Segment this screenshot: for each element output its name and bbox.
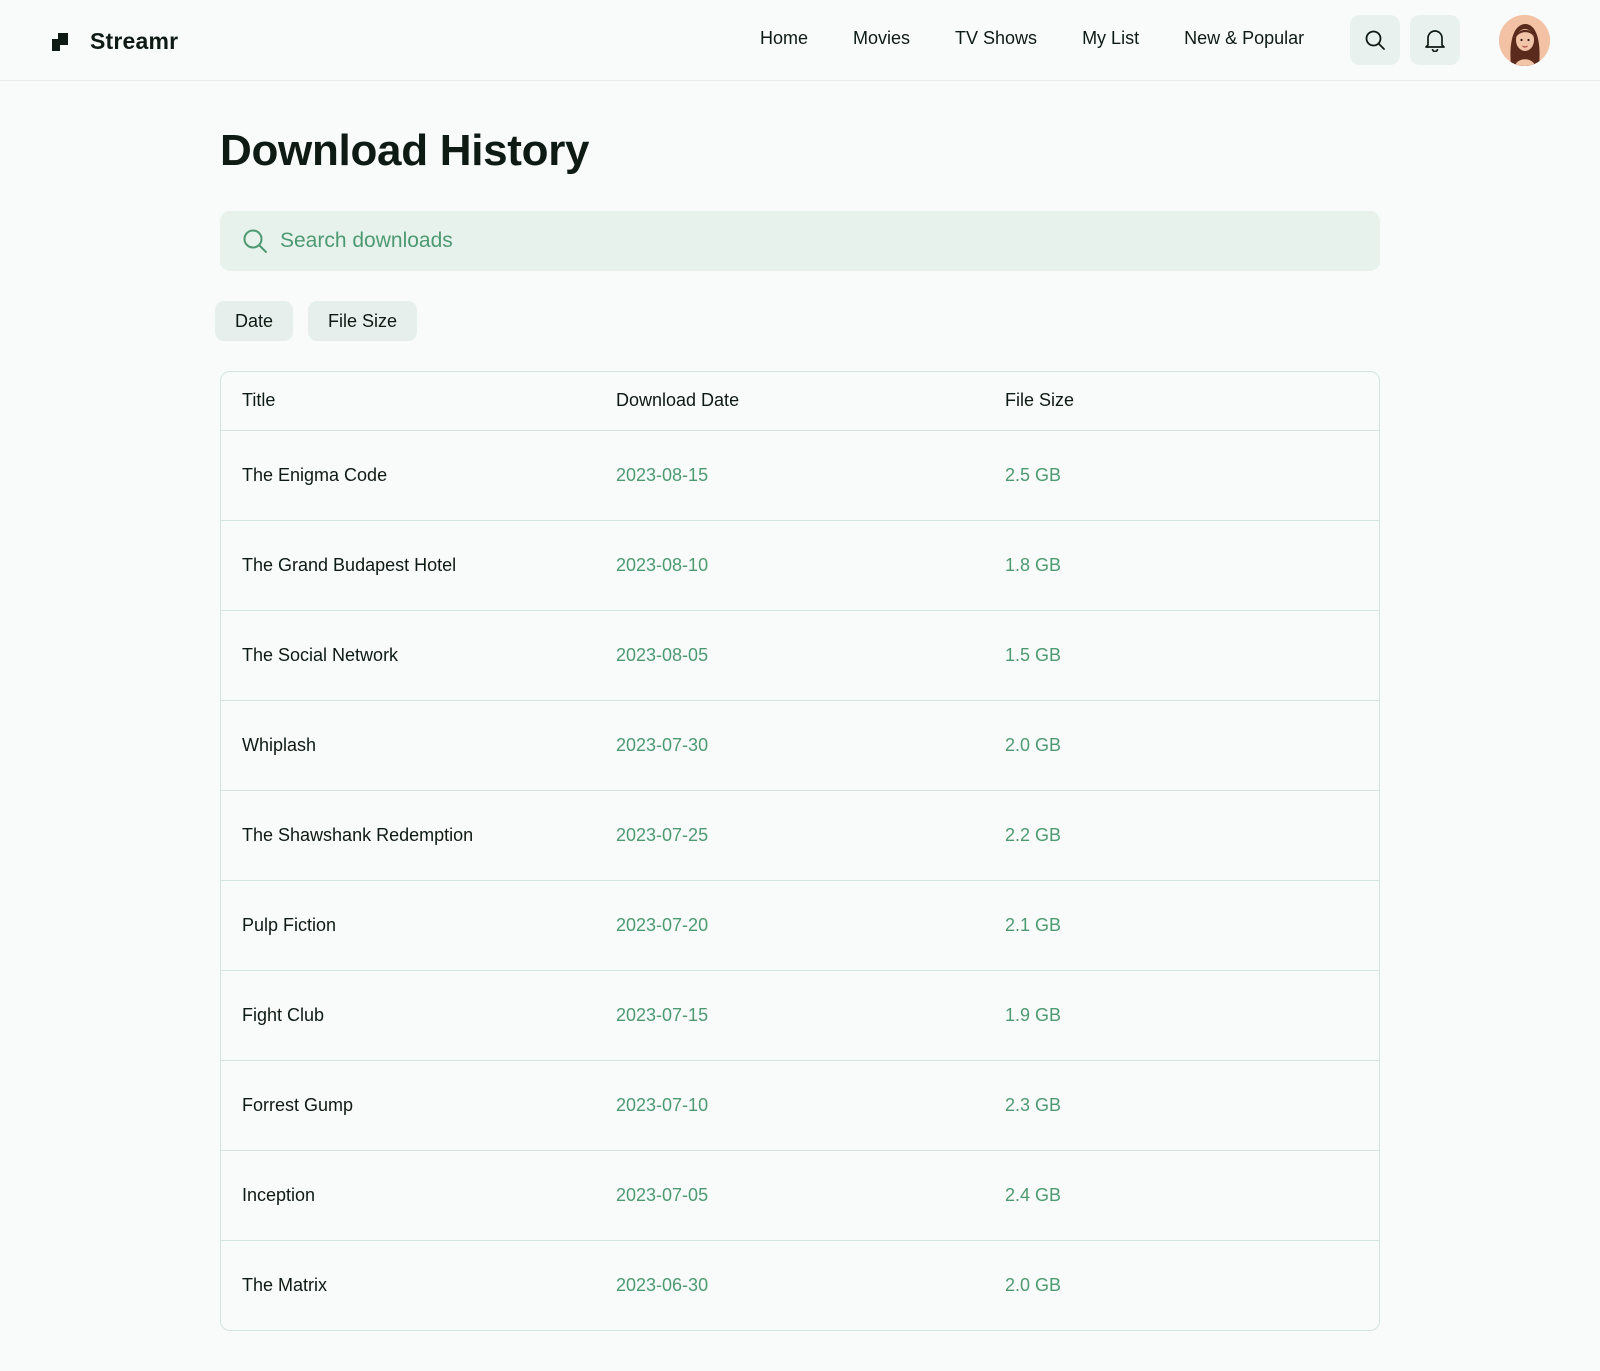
row-download-date: 2023-07-10 [616, 1094, 709, 1115]
user-avatar[interactable] [1499, 15, 1550, 66]
table-header-row: Title Download Date File Size [221, 372, 1379, 430]
brand-name: Streamr [90, 28, 179, 54]
row-title: The Social Network [242, 644, 399, 665]
search-button[interactable] [1350, 15, 1400, 65]
downloads-table: Title Download Date File Size The Enigma… [220, 371, 1380, 1331]
avatar-image [1499, 15, 1550, 66]
table-row[interactable]: The Social Network 2023-08-05 1.5 GB [221, 610, 1379, 700]
row-title: The Shawshank Redemption [242, 824, 474, 845]
nav-item-home[interactable]: Home [760, 28, 808, 49]
row-file-size: 2.0 GB [1005, 1274, 1062, 1295]
nav-item-new-popular[interactable]: New & Popular [1184, 28, 1304, 49]
row-download-date: 2023-08-15 [616, 464, 709, 485]
table-row[interactable]: The Grand Budapest Hotel 2023-08-10 1.8 … [221, 520, 1379, 610]
row-download-date: 2023-06-30 [616, 1274, 709, 1295]
row-file-size: 2.5 GB [1005, 464, 1062, 485]
bell-icon [1425, 30, 1445, 52]
top-header: Streamr Home Movies TV Shows My List New… [0, 0, 1600, 81]
page-title: Download History [220, 126, 590, 175]
column-header-file-size[interactable]: File Size [1005, 372, 1379, 430]
row-title: Forrest Gump [242, 1094, 354, 1115]
table-row[interactable]: Pulp Fiction 2023-07-20 2.1 GB [221, 880, 1379, 970]
column-header-download-date[interactable]: Download Date [616, 372, 1005, 430]
row-file-size: 1.5 GB [1005, 644, 1062, 665]
row-download-date: 2023-07-05 [616, 1184, 709, 1205]
row-file-size: 2.0 GB [1005, 734, 1062, 755]
row-title: The Enigma Code [242, 464, 388, 485]
row-title: The Grand Budapest Hotel [242, 554, 457, 575]
table-row[interactable]: Fight Club 2023-07-15 1.9 GB [221, 970, 1379, 1060]
brand-logo[interactable]: Streamr [52, 28, 178, 55]
row-file-size: 1.8 GB [1005, 554, 1062, 575]
filter-chips: Date File Size [215, 301, 432, 341]
table-row[interactable]: Forrest Gump 2023-07-10 2.3 GB [221, 1060, 1379, 1150]
notifications-button[interactable] [1410, 15, 1460, 65]
search-input[interactable] [280, 229, 1340, 253]
row-title: The Matrix [242, 1274, 328, 1295]
search-icon [243, 229, 267, 253]
row-download-date: 2023-08-05 [616, 644, 709, 665]
table-row[interactable]: The Enigma Code 2023-08-15 2.5 GB [221, 430, 1379, 520]
filter-file-size-button[interactable]: File Size [308, 301, 418, 341]
nav-item-tv-shows[interactable]: TV Shows [955, 28, 1037, 49]
row-file-size: 2.1 GB [1005, 914, 1062, 935]
logo-icon [52, 32, 68, 51]
row-download-date: 2023-07-30 [616, 734, 709, 755]
nav-item-my-list[interactable]: My List [1082, 28, 1139, 49]
column-header-title[interactable]: Title [221, 372, 616, 430]
search-bar[interactable] [220, 211, 1380, 271]
table-row[interactable]: Inception 2023-07-05 2.4 GB [221, 1150, 1379, 1240]
row-download-date: 2023-07-20 [616, 914, 709, 935]
row-file-size: 2.3 GB [1005, 1094, 1062, 1115]
row-title: Pulp Fiction [242, 914, 337, 935]
row-title: Fight Club [242, 1004, 325, 1025]
row-file-size: 2.2 GB [1005, 824, 1062, 845]
table-row[interactable]: The Shawshank Redemption 2023-07-25 2.2 … [221, 790, 1379, 880]
search-icon [1365, 30, 1385, 50]
main-nav: Home Movies TV Shows My List New & Popul… [760, 28, 1349, 49]
row-file-size: 2.4 GB [1005, 1184, 1062, 1205]
row-download-date: 2023-08-10 [616, 554, 709, 575]
filter-date-button[interactable]: Date [215, 301, 294, 341]
row-title: Whiplash [242, 734, 317, 755]
row-file-size: 1.9 GB [1005, 1004, 1062, 1025]
row-download-date: 2023-07-25 [616, 824, 709, 845]
row-download-date: 2023-07-15 [616, 1004, 709, 1025]
table-row[interactable]: Whiplash 2023-07-30 2.0 GB [221, 700, 1379, 790]
table-row[interactable]: The Matrix 2023-06-30 2.0 GB [221, 1240, 1379, 1330]
row-title: Inception [242, 1184, 316, 1205]
nav-item-movies[interactable]: Movies [853, 28, 910, 49]
